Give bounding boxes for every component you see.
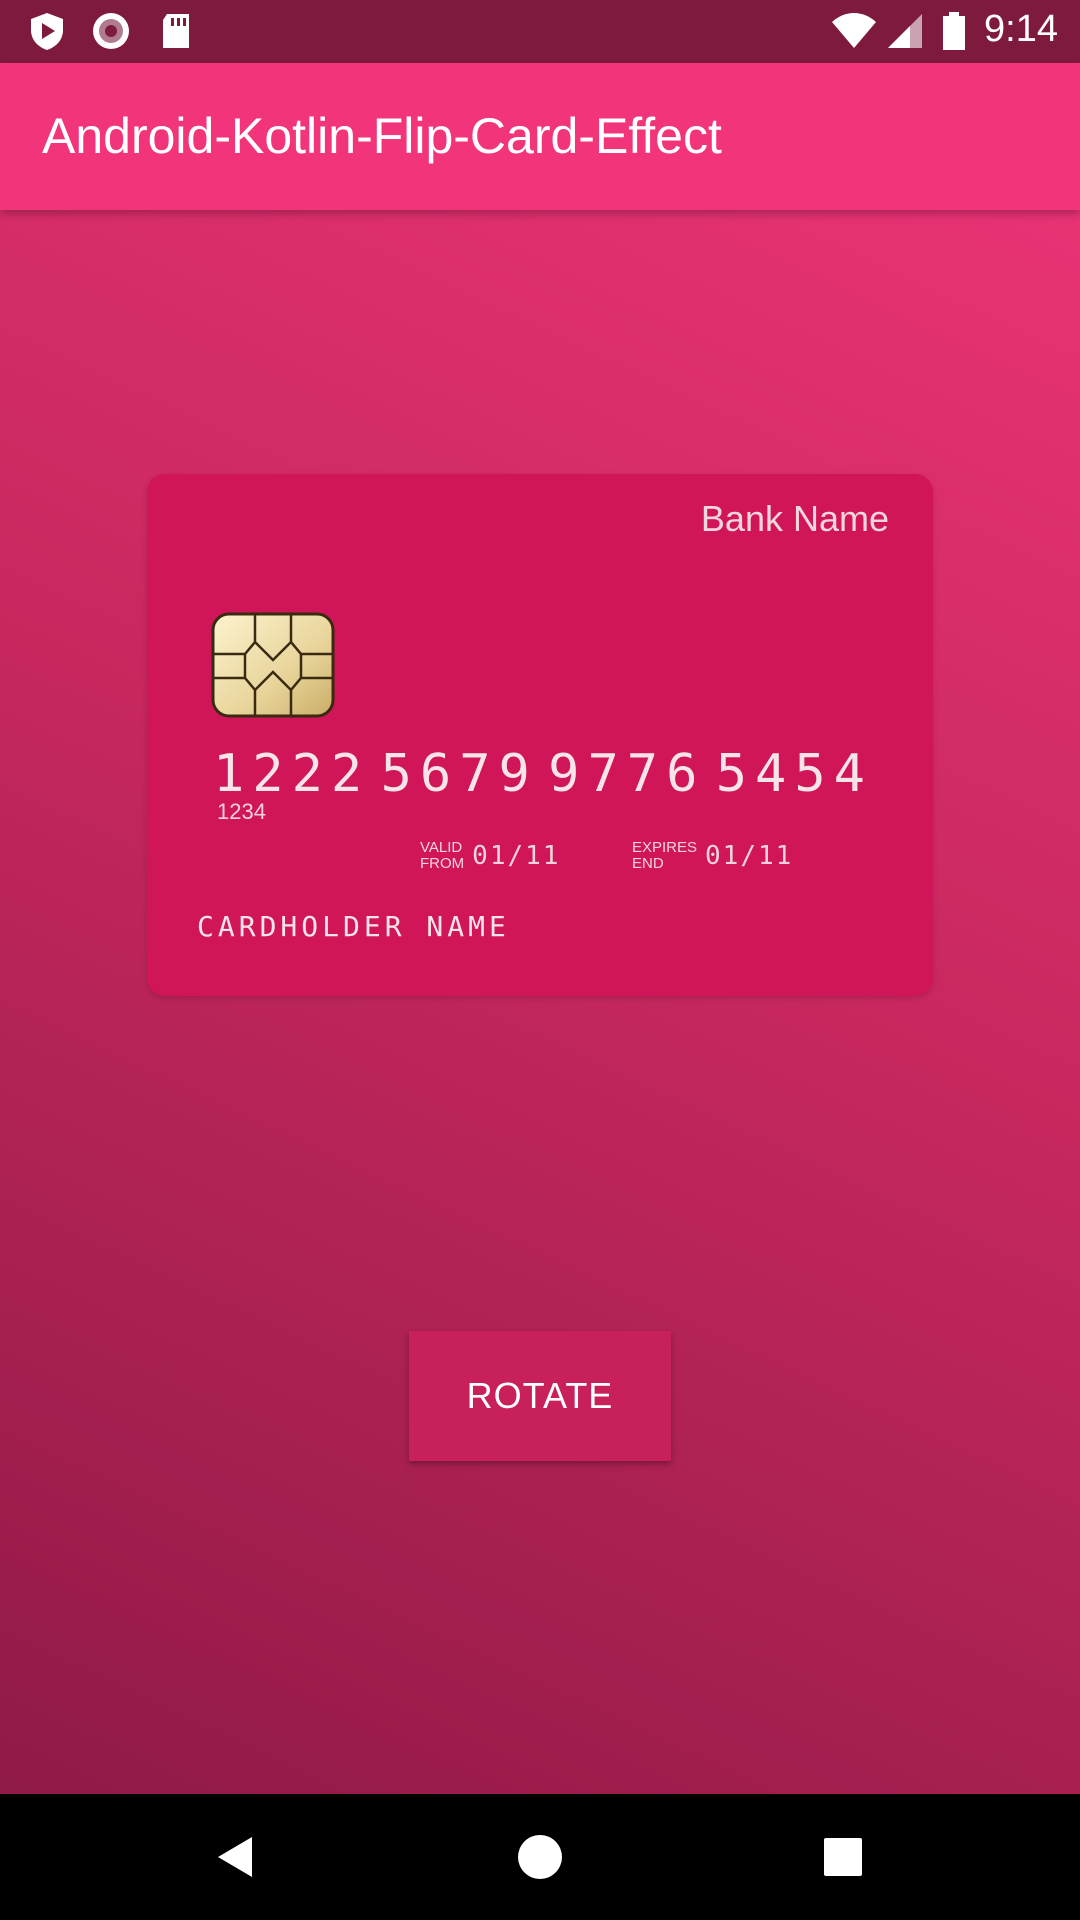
navigation-bar — [0, 1794, 1080, 1920]
expires-end: EXPIRES END 01/11 — [632, 840, 793, 872]
chip-icon — [211, 612, 335, 718]
status-time: 9:14 — [984, 8, 1058, 50]
card-number-group: 5679 — [380, 744, 538, 804]
cardholder-name: CARDHOLDER NAME — [197, 910, 510, 943]
cell-signal-icon — [888, 14, 922, 48]
app-bar: Android-Kotlin-Flip-Card-Effect — [0, 63, 1080, 210]
card-number-group: 1222 — [213, 744, 371, 804]
card-number: 1222 5679 9776 5454 — [213, 744, 873, 804]
valid-from: VALID FROM 01/11 — [420, 840, 560, 872]
recents-icon[interactable] — [818, 1832, 868, 1882]
back-icon[interactable] — [212, 1832, 262, 1882]
credit-card[interactable]: Bank Name 1222 5679 9776 5454 1234 VALID… — [147, 474, 933, 996]
battery-icon — [943, 12, 965, 50]
valid-from-label: VALID FROM — [420, 839, 465, 872]
wifi-icon — [832, 13, 876, 48]
home-icon[interactable] — [515, 1832, 565, 1882]
expires-label: EXPIRES END — [632, 839, 698, 872]
page-title: Android-Kotlin-Flip-Card-Effect — [42, 108, 722, 164]
bank-name: Bank Name — [700, 498, 889, 539]
sd-card-icon — [163, 14, 189, 48]
card-sub-number: 1234 — [217, 799, 266, 824]
status-bar: 9:14 — [0, 0, 1080, 63]
card-number-group: 9776 — [548, 744, 706, 804]
card-number-group: 5454 — [715, 744, 873, 804]
record-icon — [93, 13, 129, 49]
app-screen: 9:14 Android-Kotlin-Flip-Card-Effect Ban… — [0, 0, 1080, 1920]
rotate-button[interactable]: ROTATE — [409, 1331, 671, 1461]
valid-from-date: 01/11 — [472, 841, 561, 871]
play-protect-icon — [31, 13, 63, 50]
expires-date: 01/11 — [705, 841, 794, 871]
